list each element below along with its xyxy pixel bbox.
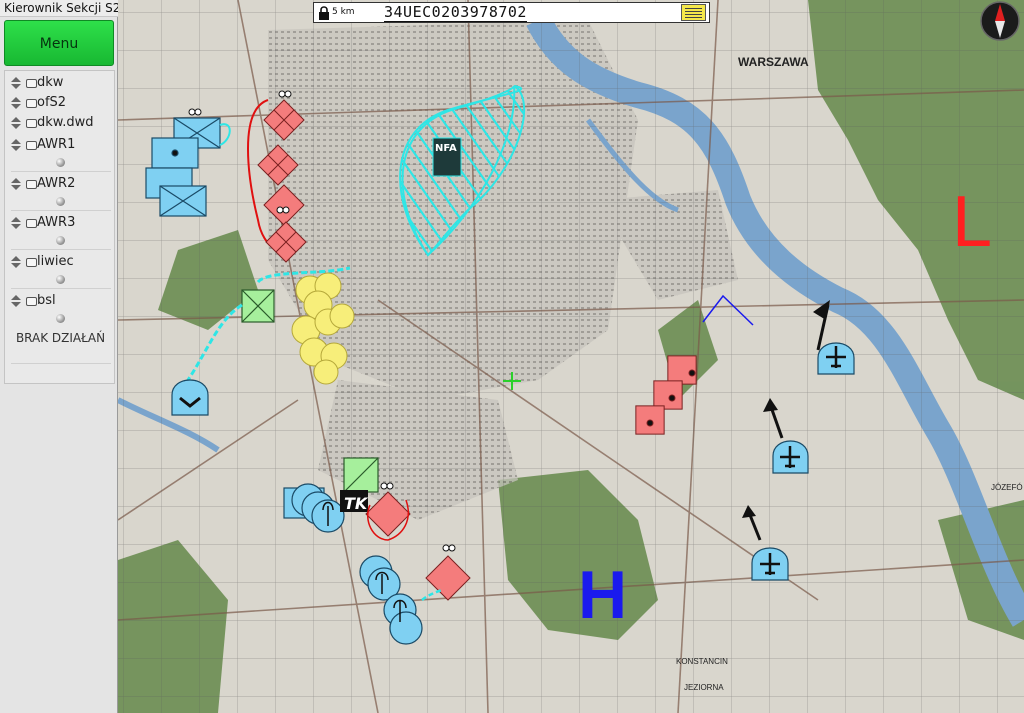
layer-item-dkw-dwd[interactable]: dkw.dwd [7,114,113,132]
divider [11,363,111,364]
layer-checkbox[interactable] [26,219,37,228]
layers-button[interactable] [681,4,706,21]
expand-toggle-icon[interactable] [10,256,22,268]
layer-label: liwiec [37,254,74,269]
expand-toggle-icon[interactable] [10,217,22,229]
layer-checkbox[interactable] [26,79,37,88]
divider [11,210,111,211]
layer-item-bsl[interactable]: bsl [7,292,113,310]
layer-status-indicator [56,197,65,206]
lock-icon[interactable] [318,6,330,20]
divider [11,288,111,289]
layer-item-dkw[interactable]: dkw [7,74,113,92]
divider [11,171,111,172]
low-pressure-marker[interactable]: L [952,182,992,262]
city-label: WARSZAWA [738,55,809,69]
layer-item-awr3[interactable]: AWR3 [7,214,113,232]
district-label: JEZIORNA [684,683,724,692]
layer-label: AWR3 [37,215,76,230]
layer-checkbox[interactable] [26,258,37,267]
layer-checkbox[interactable] [26,119,37,128]
window-title: Kierownik Sekcji S2 [0,0,118,17]
layer-checkbox[interactable] [26,180,37,189]
friendly-unit-west[interactable] [171,379,209,416]
map-view[interactable]: WARSZAWA KONSTANCIN JEZIORNA JÓZEFÓ L H … [118,0,1024,713]
layer-status-indicator [56,275,65,284]
layer-list: dkw ofS2 dkw.dwd AWR1 AWR2 AWR3 liwiec b… [4,70,115,384]
layer-item-ofs2[interactable]: ofS2 [7,94,113,112]
status-text: BRAK DZIAŁAŃ [15,331,106,345]
layer-item-awr2[interactable]: AWR2 [7,175,113,193]
neutral-unit-south[interactable] [343,457,379,493]
district-label: KONSTANCIN [676,657,728,666]
scale-label: 5 km [332,7,355,17]
coordinate-bar: 5 km 34UEC0203978702 [313,2,710,23]
map-grid [118,0,1024,713]
layer-label: bsl [37,293,56,308]
district-label: JÓZEFÓ [991,483,1023,492]
high-pressure-marker[interactable]: H [578,557,627,633]
layer-status-indicator [56,158,65,167]
tk-label: TK [344,494,369,513]
compass-icon[interactable] [979,0,1021,42]
layer-checkbox[interactable] [26,99,37,108]
divider [11,249,111,250]
sidebar: Kierownik Sekcji S2 Menu dkw ofS2 dkw.dw… [0,0,118,713]
coordinates-readout: 34UEC0203978702 [384,3,527,22]
layer-checkbox[interactable] [26,141,37,150]
layer-checkbox[interactable] [26,297,37,306]
layer-status-indicator [56,236,65,245]
layer-label: AWR1 [37,137,76,152]
nfa-label: NFA [435,143,457,154]
layer-item-awr1[interactable]: AWR1 [7,136,113,154]
map-canvas[interactable]: WARSZAWA KONSTANCIN JEZIORNA JÓZEFÓ L H … [118,0,1024,713]
expand-toggle-icon[interactable] [10,178,22,190]
menu-button[interactable]: Menu [4,20,114,66]
expand-toggle-icon[interactable] [10,117,22,129]
expand-toggle-icon[interactable] [10,77,22,89]
expand-toggle-icon[interactable] [10,97,22,109]
layer-label: ofS2 [37,95,67,110]
expand-toggle-icon[interactable] [10,295,22,307]
layer-label: AWR2 [37,176,76,191]
expand-toggle-icon[interactable] [10,139,22,151]
layer-label: dkw [37,75,64,90]
layer-status-indicator [56,314,65,323]
layer-label: dkw.dwd [37,115,94,130]
layer-item-liwiec[interactable]: liwiec [7,253,113,271]
